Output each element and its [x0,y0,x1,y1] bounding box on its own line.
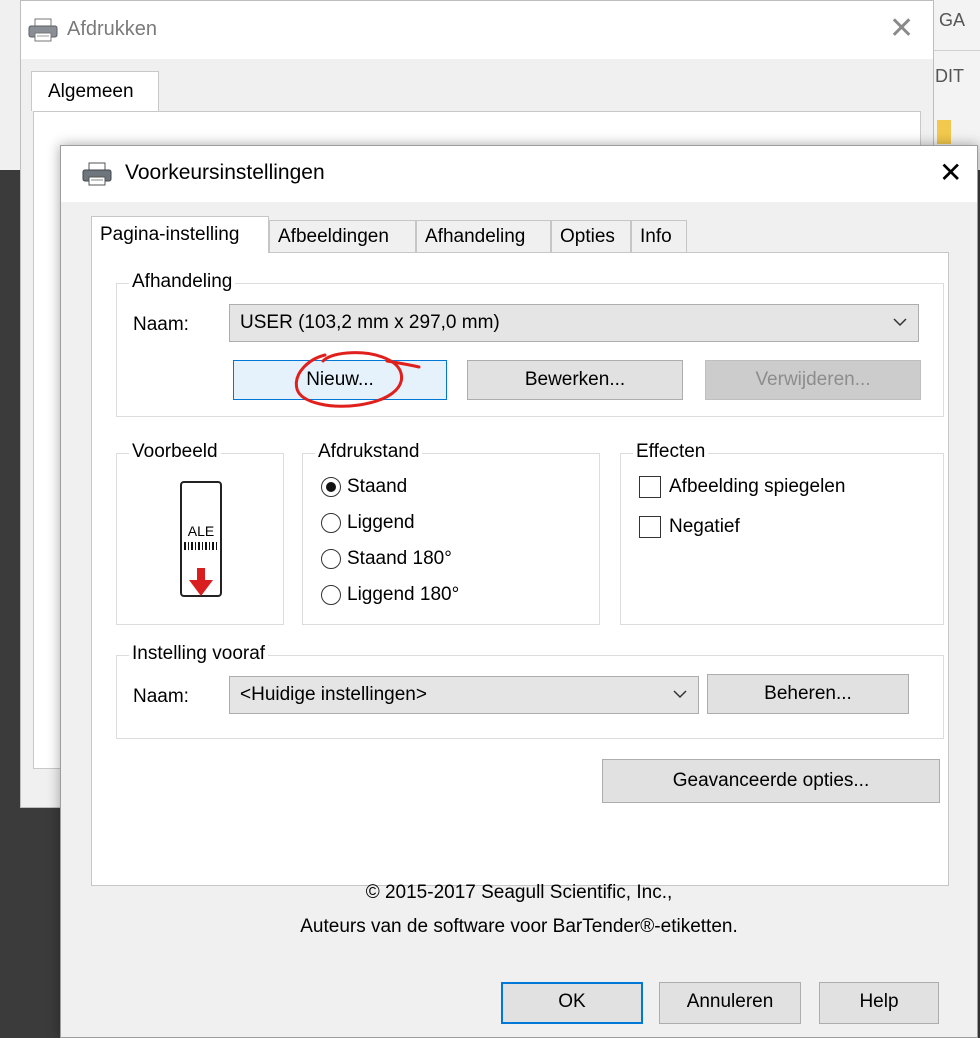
copyright-line-2: Auteurs van de software voor BarTender®-… [300,916,738,937]
print-window-title: Afdrukken [67,18,158,40]
chevron-down-icon [893,318,907,327]
orientation-group: Afdrukstand Staand Liggend Staand 180° L… [302,441,600,625]
edit-stock-button[interactable]: Bewerken... [467,360,683,400]
background-divider [931,50,980,51]
dialog-title: Voorkeursinstellingen [125,161,325,184]
background-folder-icon [937,120,951,144]
background-subheader-text: DIT [935,66,964,86]
printer-icon [82,162,112,186]
tab-pagina-instelling[interactable]: Pagina-instelling [91,216,269,253]
close-icon[interactable]: ✕ [889,11,914,46]
radio-unselected-icon [321,513,341,533]
effects-group: Effecten Afbeelding spiegelen Negatief [620,441,944,625]
orientation-landscape-label: Liggend [347,512,415,533]
radio-unselected-icon [321,585,341,605]
copyright-line-1: © 2015-2017 Seagull Scientific, Inc., [365,882,673,903]
negative-label: Negatief [669,516,740,537]
checkbox-unchecked-icon [639,516,661,538]
help-button[interactable]: Help [819,982,939,1024]
new-stock-button[interactable]: Nieuw... [233,360,447,400]
close-icon[interactable]: ✕ [939,156,962,189]
stock-name-label: Naam: [133,314,189,335]
effects-legend: Effecten [633,441,709,463]
orientation-portrait-180-label: Staand 180° [347,548,452,569]
tab-panel-pagina-instelling: Afhandeling Naam: USER (103,2 mm x 297,0… [91,252,949,886]
chevron-down-icon [673,690,687,699]
ok-button[interactable]: OK [501,982,643,1024]
checkbox-unchecked-icon [639,476,661,498]
preset-legend: Instelling vooraf [129,643,269,665]
preset-name-label: Naam: [133,686,189,707]
tab-afhandeling[interactable]: Afhandeling [416,220,551,252]
preview-label-text: ALE [188,523,214,539]
preset-group: Instelling vooraf Naam: <Huidige instell… [116,643,944,739]
tab-info[interactable]: Info [631,220,687,252]
print-window-hidden-label [90,134,290,142]
label-preview-image: ALE [180,481,222,597]
radio-unselected-icon [321,549,341,569]
printer-icon [28,18,58,42]
tab-afbeeldingen[interactable]: Afbeeldingen [269,220,416,252]
preset-select-value: <Huidige instellingen> [240,684,427,705]
preferences-dialog: Voorkeursinstellingen ✕ Pagina-instellin… [60,145,978,1038]
delete-stock-button[interactable]: Verwijderen... [705,360,921,400]
preview-legend: Voorbeeld [129,441,221,463]
afhandeling-legend: Afhandeling [129,271,236,293]
dialog-titlebar: Voorkeursinstellingen ✕ [61,146,977,202]
orientation-legend: Afdrukstand [315,441,423,463]
background-header-text: GA [939,10,966,30]
print-window-titlebar: Afdrukken ✕ [21,1,933,59]
mirror-image-label: Afbeelding spiegelen [669,476,846,497]
radio-selected-icon [321,477,341,497]
cancel-button[interactable]: Annuleren [659,982,801,1024]
background-window-edge [0,0,20,170]
manage-presets-button[interactable]: Beheren... [707,674,909,714]
afhandeling-group: Afhandeling Naam: USER (103,2 mm x 297,0… [116,271,944,417]
advanced-options-button[interactable]: Geavanceerde opties... [602,759,940,803]
stock-select-value: USER (103,2 mm x 297,0 mm) [240,312,500,333]
tab-opties[interactable]: Opties [551,220,631,252]
stock-select[interactable]: USER (103,2 mm x 297,0 mm) [229,304,919,342]
orientation-landscape-180-label: Liggend 180° [347,584,460,605]
orientation-portrait-label: Staand [347,476,408,497]
preset-select[interactable]: <Huidige instellingen> [229,676,699,714]
preview-group: Voorbeeld ALE [116,441,284,625]
tab-algemeen[interactable]: Algemeen [31,71,159,111]
